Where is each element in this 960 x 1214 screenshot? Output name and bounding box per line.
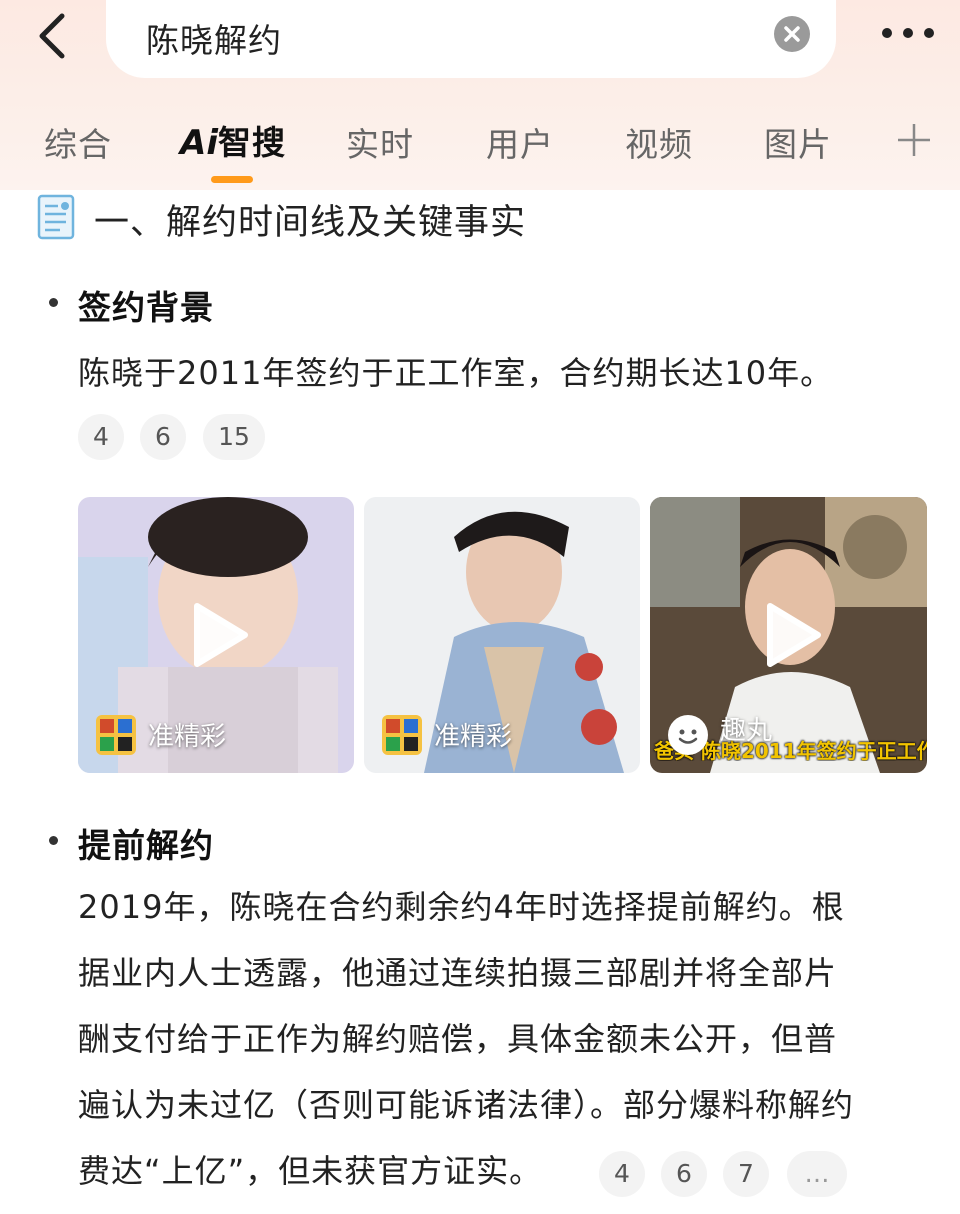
play-icon — [194, 603, 248, 667]
video-source-name: 准精彩 — [434, 722, 513, 752]
bullet-dot — [49, 836, 58, 845]
source-avatar — [96, 715, 136, 755]
bullet-dot — [49, 298, 58, 307]
video-card[interactable]: 准精彩 — [364, 497, 640, 773]
tab-videos[interactable]: 视频 — [625, 118, 693, 166]
plus-icon — [898, 124, 930, 156]
tab-ai-search-label: 智搜 — [217, 123, 286, 162]
bullet-heading-early-termination: 提前解约 — [78, 826, 214, 865]
clear-search-button[interactable] — [774, 16, 810, 52]
chevron-left-icon — [39, 13, 65, 59]
source-logo-icon — [386, 719, 418, 751]
citation-badge[interactable]: 4 — [78, 414, 124, 460]
search-tabs: 综合 Ai智搜 实时 用户 视频 图片 — [0, 112, 960, 183]
source-logo-icon — [100, 719, 132, 751]
ai-logo: Ai — [180, 123, 218, 163]
search-query: 陈晓解约 — [146, 21, 282, 60]
source-avatar — [382, 715, 422, 755]
text-line: 遍认为未过亿（否则可能诉诸法律）。部分爆料称解约 — [78, 1086, 855, 1124]
more-options-button[interactable] — [878, 20, 940, 50]
tab-realtime[interactable]: 实时 — [346, 118, 414, 166]
video-source-name: 趣丸 — [720, 716, 773, 746]
video-source-name: 准精彩 — [148, 722, 227, 752]
bullet-heading-signing: 签约背景 — [78, 288, 214, 327]
text-line: 2019年，陈晓在合约剩余约4年时选择提前解约。根 — [78, 888, 845, 926]
citation-badge[interactable]: 6 — [140, 414, 186, 460]
tab-comprehensive[interactable]: 综合 — [44, 118, 112, 166]
document-icon — [37, 194, 75, 240]
more-dots-icon — [882, 28, 892, 38]
citation-badge[interactable]: 6 — [661, 1151, 707, 1197]
citation-badge[interactable]: 7 — [723, 1151, 769, 1197]
play-icon — [767, 603, 821, 667]
text-line: 酬支付给于正作为解约赔偿，具体金额未公开，但普 — [78, 1020, 838, 1058]
more-citations-badge[interactable]: … — [787, 1151, 847, 1197]
back-button[interactable] — [28, 8, 78, 62]
citation-badge[interactable]: 15 — [203, 414, 265, 460]
add-tab-button[interactable] — [896, 122, 932, 158]
close-icon — [784, 26, 800, 42]
tab-ai-search[interactable]: Ai智搜 — [180, 116, 286, 166]
tab-images[interactable]: 图片 — [764, 118, 832, 166]
search-header: 陈晓解约 综合 Ai智搜 实时 用户 视频 图片 — [0, 0, 960, 190]
active-tab-indicator — [211, 176, 253, 183]
video-card[interactable]: 准精彩 — [78, 497, 354, 773]
citation-badge[interactable]: 4 — [599, 1151, 645, 1197]
tab-users[interactable]: 用户 — [486, 118, 554, 166]
video-card[interactable]: 爸实 陈晓2011年签约于正工作室 趣丸 — [650, 497, 927, 773]
search-input[interactable]: 陈晓解约 — [106, 0, 836, 78]
section-title: 一、解约时间线及关键事实 — [94, 203, 527, 243]
source-avatar — [668, 715, 708, 755]
bullet-text-signing: 陈晓于2011年签约于正工作室，合约期长达10年。 — [78, 354, 834, 392]
smiley-icon — [678, 729, 698, 744]
text-line: 据业内人士透露，他通过连续拍摄三部剧并将全部片 — [78, 954, 838, 992]
